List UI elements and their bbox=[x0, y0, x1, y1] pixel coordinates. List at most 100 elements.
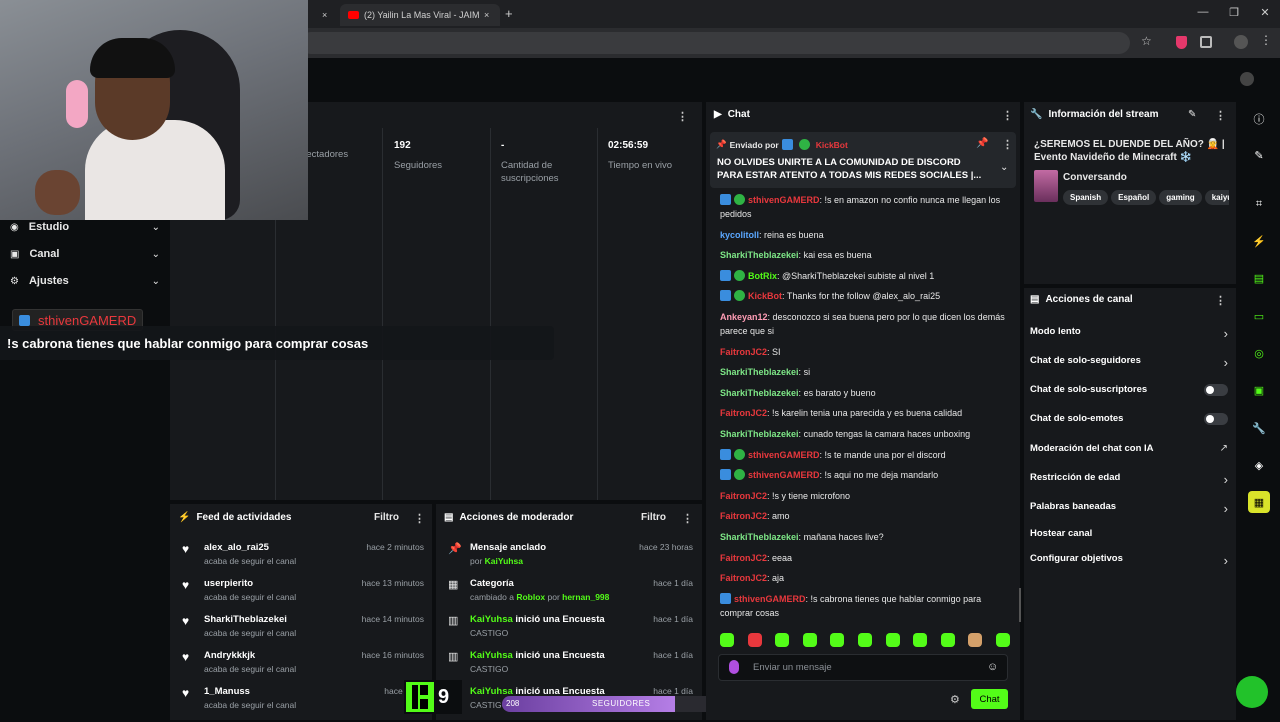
channel-action-item[interactable]: Hostear canal bbox=[1030, 528, 1228, 544]
emote-icon[interactable] bbox=[857, 633, 872, 647]
chat-username[interactable]: sthivenGAMERD bbox=[748, 195, 820, 205]
emote-icon[interactable] bbox=[913, 633, 928, 647]
feed-user[interactable]: Andrykkkjk bbox=[204, 650, 296, 661]
tab-close-icon[interactable]: × bbox=[484, 10, 489, 20]
stream-info-icon[interactable]: ▣ bbox=[1248, 379, 1270, 401]
chat-username[interactable]: sthivenGAMERD bbox=[748, 470, 820, 480]
shapes-icon[interactable]: ◈ bbox=[1248, 454, 1270, 476]
chat-username[interactable]: FaitronJC2 bbox=[720, 573, 767, 583]
chat-username[interactable]: KickBot bbox=[748, 291, 782, 301]
info-icon[interactable]: ⓘ bbox=[1248, 108, 1270, 130]
lightning-icon[interactable]: ⚡ bbox=[1248, 230, 1270, 252]
chat-username[interactable]: kycolitoll bbox=[720, 230, 759, 240]
more-options-icon[interactable]: ⋮ bbox=[1215, 294, 1226, 307]
url-field[interactable] bbox=[300, 32, 1130, 54]
stream-category[interactable]: Conversando bbox=[1063, 172, 1127, 183]
chat-username[interactable]: SharkiTheblazekei bbox=[720, 250, 799, 260]
channel-action-item[interactable]: Restricción de edad › bbox=[1030, 472, 1228, 488]
emote-icon[interactable] bbox=[968, 633, 983, 647]
browser-tab-active[interactable]: (2) Yailin La Mas Viral - JAIME × bbox=[340, 4, 500, 26]
pinned-user[interactable]: KickBot bbox=[816, 140, 848, 150]
emote-icon[interactable] bbox=[830, 633, 845, 647]
mod-action-user[interactable]: KaiYuhsa bbox=[485, 556, 523, 566]
profile-avatar[interactable] bbox=[1234, 35, 1248, 49]
sidebar-item-ajustes[interactable]: ⚙ Ajustes ⌄ bbox=[10, 273, 160, 289]
chat-username[interactable]: FaitronJC2 bbox=[720, 408, 767, 418]
chat-username[interactable]: SharkiTheblazekei bbox=[720, 367, 799, 377]
crop-icon[interactable]: ⌗ bbox=[1248, 193, 1270, 215]
sidebar-item-estudio[interactable]: ◉ Estudio ⌄ bbox=[10, 219, 160, 235]
feed-user[interactable]: 1_Manuss bbox=[204, 686, 296, 697]
chat-input[interactable]: Enviar un mensaje ☺ bbox=[718, 654, 1008, 681]
chat-username[interactable]: FaitronJC2 bbox=[720, 511, 767, 521]
user-avatar[interactable] bbox=[1240, 72, 1254, 86]
channel-action-item[interactable]: Chat de solo-emotes bbox=[1030, 413, 1228, 429]
more-options-icon[interactable]: ⋮ bbox=[414, 512, 425, 525]
more-options-icon[interactable]: ⋮ bbox=[677, 110, 688, 123]
unpin-icon[interactable]: 📌 bbox=[976, 138, 988, 149]
wrench-icon[interactable]: 🔧 bbox=[1248, 417, 1270, 439]
maximize-button[interactable]: ❐ bbox=[1224, 6, 1244, 19]
tab-close-icon[interactable]: × bbox=[322, 10, 327, 20]
more-options-icon[interactable]: ⋮ bbox=[682, 512, 693, 525]
extension-shield-icon[interactable] bbox=[1176, 36, 1187, 49]
emote-icon[interactable] bbox=[775, 633, 790, 647]
mod-action-category[interactable]: Roblox bbox=[516, 592, 545, 602]
chat-username[interactable]: sthivenGAMERD bbox=[734, 594, 806, 604]
more-options-icon[interactable]: ⋮ bbox=[1002, 138, 1013, 151]
chat-username[interactable]: FaitronJC2 bbox=[720, 347, 767, 357]
extensions-icon[interactable] bbox=[1200, 36, 1212, 48]
emote-icon[interactable] bbox=[885, 633, 900, 647]
new-tab-button[interactable]: + bbox=[505, 6, 513, 21]
chevron-down-icon[interactable]: ⌄ bbox=[1000, 162, 1008, 173]
mod-action-user[interactable]: hernan_998 bbox=[562, 592, 609, 602]
chat-username[interactable]: Ankeyan12 bbox=[720, 312, 768, 322]
toggle-switch[interactable] bbox=[1204, 384, 1228, 396]
feed-user[interactable]: userpierito bbox=[204, 578, 296, 589]
channel-action-item[interactable]: Palabras baneadas › bbox=[1030, 501, 1228, 517]
broadcast-icon[interactable]: ◎ bbox=[1248, 342, 1270, 364]
send-chat-button[interactable]: Chat bbox=[971, 689, 1008, 709]
bookmark-star-icon[interactable]: ☆ bbox=[1141, 34, 1152, 48]
chat-username[interactable]: SharkiTheblazekei bbox=[720, 429, 799, 439]
chat-scrollbar[interactable] bbox=[1019, 588, 1021, 622]
chat-username[interactable]: SharkiTheblazekei bbox=[720, 388, 799, 398]
toggle-switch[interactable] bbox=[1204, 413, 1228, 425]
status-indicator[interactable] bbox=[1236, 676, 1268, 708]
emote-icon[interactable] bbox=[747, 633, 762, 647]
emote-icon[interactable] bbox=[995, 633, 1010, 647]
more-options-icon[interactable]: ⋮ bbox=[1215, 109, 1226, 122]
sidebar-item-canal[interactable]: ▣ Canal ⌄ bbox=[10, 246, 160, 262]
feed-user[interactable]: SharkiTheblazekei bbox=[204, 614, 296, 625]
filter-button[interactable]: Filtro bbox=[374, 512, 399, 523]
more-options-icon[interactable]: ⋮ bbox=[1002, 109, 1013, 122]
feed-user[interactable]: alex_alo_rai25 bbox=[204, 542, 296, 553]
channel-action-item[interactable]: Configurar objetivos › bbox=[1030, 553, 1228, 569]
channel-action-item[interactable]: Modo lento › bbox=[1030, 326, 1228, 342]
chat-messages[interactable]: sthivenGAMERD: !s en amazon no confio nu… bbox=[706, 193, 1016, 621]
chat-icon[interactable]: ▭ bbox=[1248, 305, 1270, 327]
settings-gear-icon[interactable]: ⚙ bbox=[950, 693, 960, 706]
filter-button[interactable]: Filtro bbox=[641, 512, 666, 523]
clipboard-icon[interactable]: ▤ bbox=[1248, 267, 1270, 289]
chat-username[interactable]: FaitronJC2 bbox=[720, 491, 767, 501]
minimize-button[interactable]: — bbox=[1193, 6, 1213, 18]
channel-action-item[interactable]: Chat de solo-suscriptores bbox=[1030, 384, 1228, 400]
browser-menu-icon[interactable]: ⋮ bbox=[1260, 33, 1272, 47]
tag-pill[interactable]: Español bbox=[1111, 190, 1157, 205]
close-window-button[interactable]: ✕ bbox=[1255, 6, 1275, 19]
emote-icon[interactable] bbox=[720, 633, 734, 647]
mod-action-user[interactable]: KaiYuhsa bbox=[470, 650, 513, 661]
chat-username[interactable]: FaitronJC2 bbox=[720, 553, 767, 563]
emote-icon[interactable] bbox=[802, 633, 817, 647]
mod-action-user[interactable]: KaiYuhsa bbox=[470, 614, 513, 625]
channel-action-item[interactable]: Chat de solo-seguidores › bbox=[1030, 355, 1228, 371]
edit-icon[interactable]: ✎ bbox=[1248, 144, 1270, 166]
chat-username[interactable]: BotRix bbox=[748, 271, 777, 281]
microphone-icon[interactable] bbox=[729, 660, 739, 674]
emoji-icon[interactable]: ☺ bbox=[987, 661, 998, 673]
clapperboard-icon[interactable]: ▦ bbox=[1248, 491, 1270, 513]
emote-icon[interactable] bbox=[940, 633, 955, 647]
tag-pill[interactable]: kaiyu bbox=[1204, 190, 1229, 205]
edit-pencil-icon[interactable]: ✎ bbox=[1188, 109, 1196, 120]
